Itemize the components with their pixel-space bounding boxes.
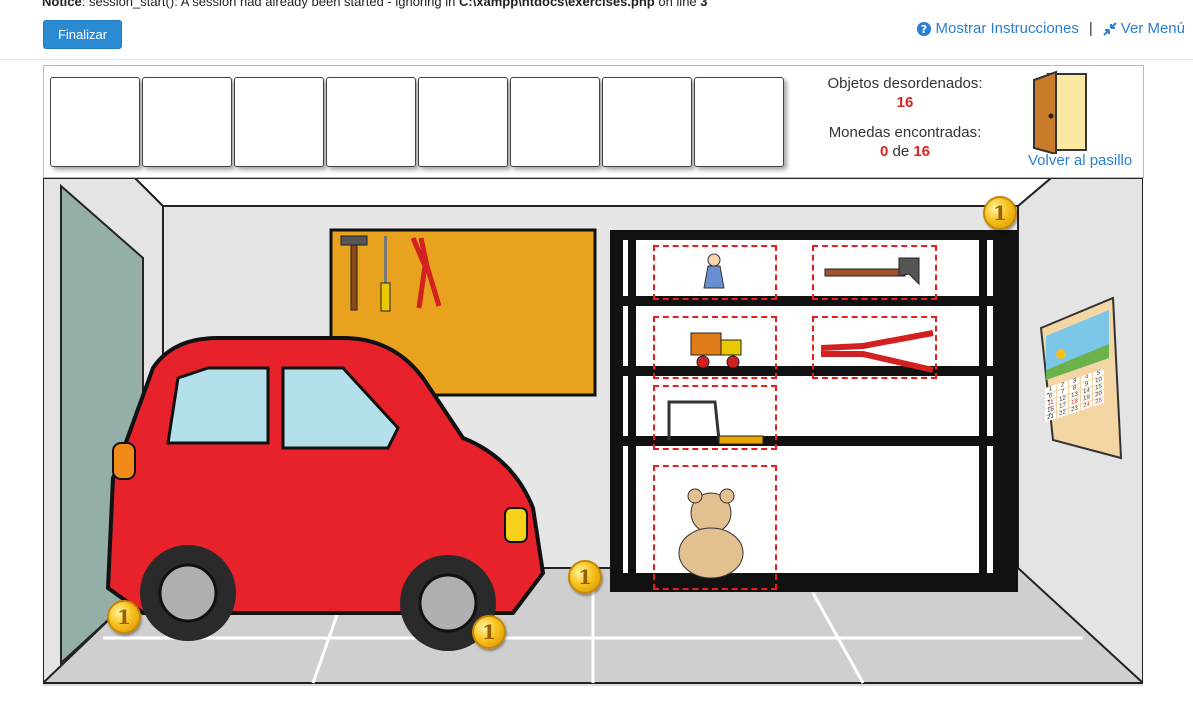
coin[interactable]: 1	[107, 600, 141, 634]
finalizar-button[interactable]: Finalizar	[43, 20, 122, 49]
coin[interactable]: 1	[472, 615, 506, 649]
object-pliers[interactable]	[812, 316, 937, 379]
notice-file: C:\xampp\htdocs\exercises.php	[458, 0, 655, 9]
inventory-panel: Objetos desordenados: 16 Monedas encontr…	[43, 65, 1144, 178]
notice-line: 3	[700, 0, 708, 9]
top-links: ? Mostrar Instrucciones | Ver Menú	[917, 20, 1185, 37]
view-menu-label: Ver Menú	[1120, 20, 1185, 37]
disordered-count: 16	[896, 94, 914, 111]
inventory-slot[interactable]	[510, 77, 600, 167]
notice-label: Notice	[42, 0, 82, 9]
question-circle-icon: ?	[917, 21, 932, 36]
show-instructions-link[interactable]: ? Mostrar Instrucciones	[917, 20, 1079, 37]
garage-illustration	[43, 178, 1143, 686]
coins-found: 0	[879, 143, 889, 160]
disordered-label: Objetos desordenados:	[827, 75, 983, 92]
inventory-slot[interactable]	[50, 77, 140, 167]
inventory-slot[interactable]	[234, 77, 324, 167]
object-toy-train[interactable]	[653, 316, 777, 379]
inventory-slot[interactable]	[326, 77, 416, 167]
coins-label: Monedas encontradas:	[828, 124, 982, 141]
garage-scene: 1 2 3 4 5 6 7 8 9 10 11 12 13 14 15 16 1…	[43, 178, 1143, 686]
notice-mid: on line	[654, 0, 701, 9]
inventory-slot[interactable]	[418, 77, 508, 167]
coin[interactable]: 1	[568, 560, 602, 594]
notice-text: : session_start(): A session had already…	[81, 0, 459, 9]
object-hammer[interactable]	[812, 245, 937, 300]
inventory-slot[interactable]	[602, 77, 692, 167]
object-doll[interactable]	[653, 245, 777, 300]
link-separator: |	[1088, 20, 1093, 37]
coins-counter: 0 de 16	[814, 142, 996, 161]
header-divider	[0, 59, 1193, 60]
show-instructions-label: Mostrar Instrucciones	[935, 20, 1079, 37]
coins-total: 16	[913, 143, 931, 160]
svg-text:?: ?	[921, 23, 927, 36]
compress-arrows-icon	[1103, 21, 1117, 36]
coin[interactable]: 1	[983, 196, 1017, 230]
php-notice: Notice: session_start(): A session had a…	[42, 0, 708, 9]
door-icon[interactable]	[1030, 70, 1090, 154]
inventory-slot[interactable]	[142, 77, 232, 167]
stats-block: Objetos desordenados: 16 Monedas encontr…	[814, 74, 996, 161]
view-menu-link[interactable]: Ver Menú	[1103, 20, 1185, 37]
back-to-hallway-link[interactable]: Volver al pasillo	[1028, 152, 1132, 169]
inventory-slot[interactable]	[694, 77, 784, 167]
object-teddy-bear[interactable]	[653, 465, 777, 590]
coins-of: de	[892, 143, 910, 160]
object-saw[interactable]	[653, 385, 777, 450]
